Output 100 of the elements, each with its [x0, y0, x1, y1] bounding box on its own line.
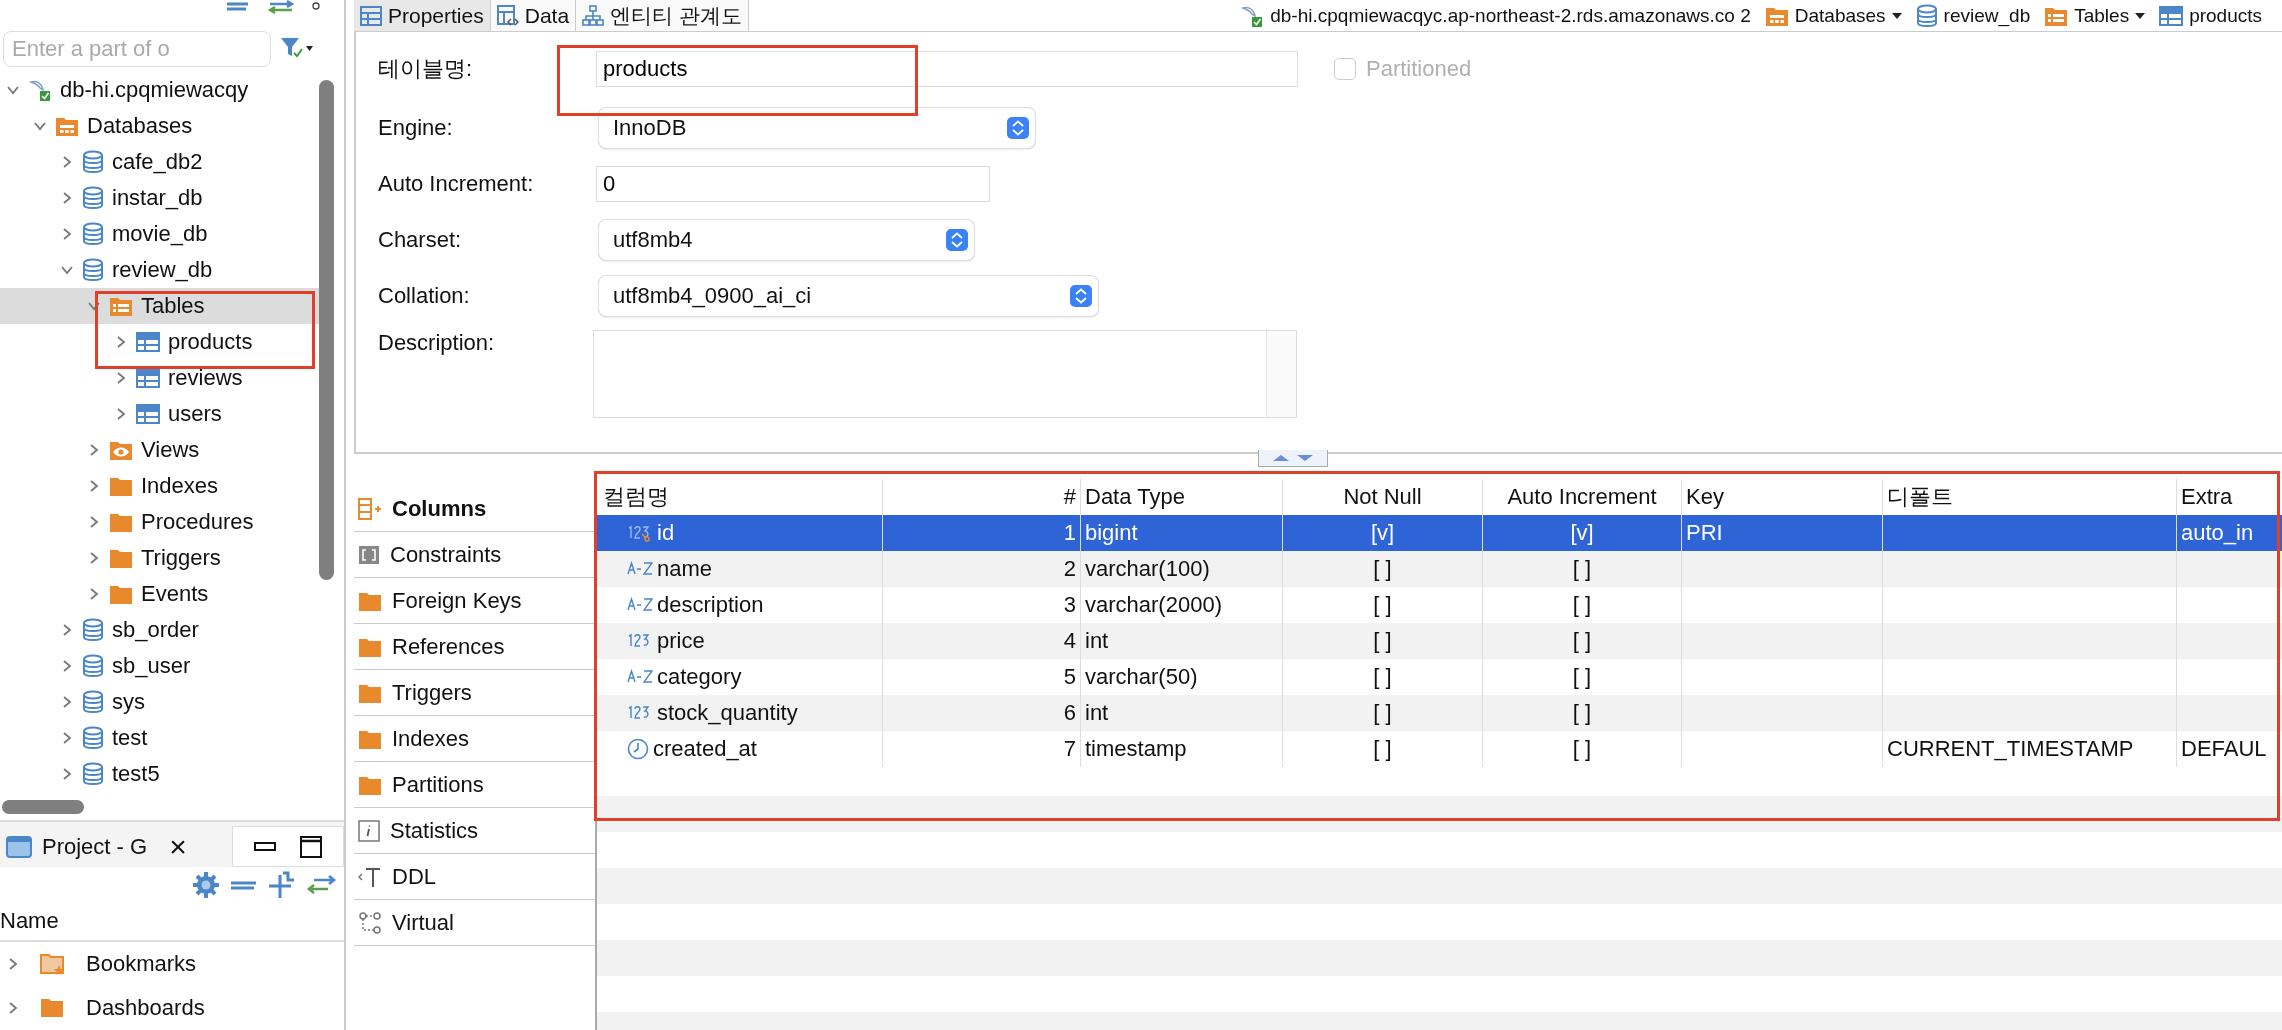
table-cell: 3 [1063, 592, 1076, 618]
maximize-icon [300, 835, 322, 858]
breadcrumb-item[interactable]: products [2159, 3, 2262, 28]
tree-item[interactable]: review_db [0, 252, 319, 288]
tree-item[interactable]: products [0, 324, 319, 360]
info-icon [358, 819, 380, 842]
column-header[interactable]: Name [0, 902, 344, 942]
table-cell: [ ] [1373, 628, 1392, 654]
scrollbar[interactable] [2, 800, 84, 814]
stepper-icon [1007, 117, 1029, 139]
table-cell: 7 [1063, 736, 1076, 762]
table-cell: [ ] [1373, 736, 1392, 762]
folder-icon [109, 511, 133, 533]
database-icon [82, 762, 104, 786]
tree-item[interactable]: sb_user [0, 648, 319, 684]
databases-folder-icon [55, 115, 79, 137]
tree-item[interactable]: Bookmarks [0, 942, 344, 986]
table-cell: [ ] [1572, 556, 1592, 582]
database-icon [82, 618, 104, 642]
breadcrumb-item[interactable]: Tables [2044, 3, 2146, 28]
table-cell: 5 [1063, 664, 1076, 690]
select-field[interactable]: InnoDB [599, 108, 1035, 148]
table-row[interactable]: created_at 7 timestamp [ ] [ ] CURRENT_TIMESTAMP DEFAUL [597, 731, 2282, 767]
hierarchy-icon [582, 4, 605, 27]
table-cell: PRI [1686, 520, 1723, 546]
collapse-handle[interactable] [1258, 450, 1328, 467]
database-icon [82, 654, 104, 678]
clock-icon [627, 738, 649, 760]
tree-item[interactable]: sys [0, 684, 319, 720]
columns-icon [358, 497, 382, 520]
folder-icon [109, 583, 133, 605]
tree-item[interactable]: Tables [0, 288, 319, 324]
folder-icon [40, 996, 66, 1020]
breadcrumb-item[interactable]: db-hi.cpqmiewacqyc.ap-northeast-2.rds.amazonaws.co 2 [1240, 3, 1751, 28]
database-icon [82, 726, 104, 750]
table-row[interactable]: price 4 int [ ] [ ] [597, 623, 2282, 659]
table-row[interactable]: description 3 varchar(2000) [ ] [ ] [597, 587, 2282, 623]
tree-item[interactable]: test5 [0, 756, 319, 792]
tree-item[interactable]: db-hi.cpqmiewacqy [0, 72, 319, 108]
scrollbar[interactable] [319, 80, 334, 580]
tree-item[interactable]: Views [0, 432, 319, 468]
star-folder-icon [40, 952, 66, 976]
tab-label[interactable]: Project - G [42, 833, 148, 860]
add-icon [268, 870, 296, 899]
table-cell: [ ] [1572, 628, 1592, 654]
text-field[interactable]: 0 [596, 166, 990, 202]
tree-item[interactable]: Indexes [0, 468, 319, 504]
database-icon [82, 186, 104, 210]
tree-item[interactable]: reviews [0, 360, 319, 396]
table-row[interactable]: name 2 varchar(100) [ ] [ ] [597, 551, 2282, 587]
table-cell: [ ] [1572, 664, 1592, 690]
table-cell: 6 [1063, 700, 1076, 726]
tree-item[interactable]: users [0, 396, 319, 432]
table-row[interactable]: stock_quantity 6 int [ ] [ ] [597, 695, 2282, 731]
tree-item[interactable]: sb_order [0, 612, 319, 648]
stepper-icon [946, 229, 968, 251]
breadcrumb-item[interactable]: review_db [1915, 3, 2031, 28]
close-button[interactable]: × [169, 829, 187, 864]
table-cell: stock_quantity [657, 700, 798, 726]
column-header[interactable]: Extra [2177, 479, 2281, 515]
nodes-icon [358, 910, 382, 935]
table-cell: id [657, 520, 675, 546]
table-cell: [v] [1570, 520, 1594, 546]
tree-item[interactable]: Databases [0, 108, 319, 144]
field-label: Collation: [378, 283, 471, 309]
folder-icon [109, 475, 133, 497]
tree-item[interactable]: Triggers [0, 540, 319, 576]
tree-item[interactable]: test [0, 720, 319, 756]
editor-tab[interactable]: Data [490, 0, 577, 31]
table-cell: int [1085, 700, 1109, 726]
table-row[interactable]: id 1 bigint [v] [v] PRI auto_in [597, 515, 2282, 551]
search-field[interactable]: Enter a part of o [3, 31, 271, 67]
tree-item[interactable]: movie_db [0, 216, 319, 252]
editor-tab[interactable]: 엔티티 관계도 [576, 0, 749, 31]
table-cell: [v] [1370, 520, 1395, 546]
editor-tab[interactable]: Properties [354, 0, 491, 31]
tree-item[interactable]: Dashboards [0, 986, 344, 1030]
link-arrows-icon [306, 874, 336, 895]
text-field[interactable]: products [596, 51, 1298, 87]
table-row[interactable]: category 5 varchar(50) [ ] [ ] [597, 659, 2282, 695]
tree-item[interactable]: Events [0, 576, 319, 612]
table-cell: price [657, 628, 705, 654]
table-cell: created_at [653, 736, 757, 762]
stepper-icon [1070, 285, 1092, 307]
alphabet-type-icon [627, 596, 653, 614]
tree-item[interactable]: Procedures [0, 504, 319, 540]
breadcrumb-item[interactable]: Databases [1764, 3, 1902, 28]
select-field[interactable]: utf8mb4 [599, 220, 974, 260]
select-field[interactable]: utf8mb4_0900_ai_ci [599, 276, 1098, 316]
table-cell: auto_in [2181, 520, 2254, 546]
table-cell: [ ] [1373, 664, 1392, 690]
folder-icon [109, 547, 133, 569]
table-cell: timestamp [1085, 736, 1187, 762]
tree-item[interactable]: cafe_db2 [0, 144, 319, 180]
brackets-icon [358, 544, 380, 565]
number-key-type-icon [627, 524, 653, 542]
tree-item[interactable]: instar_db [0, 180, 319, 216]
table-cell: int [1085, 628, 1109, 654]
table-cell: varchar(50) [1085, 664, 1198, 690]
database-icon [82, 222, 104, 246]
